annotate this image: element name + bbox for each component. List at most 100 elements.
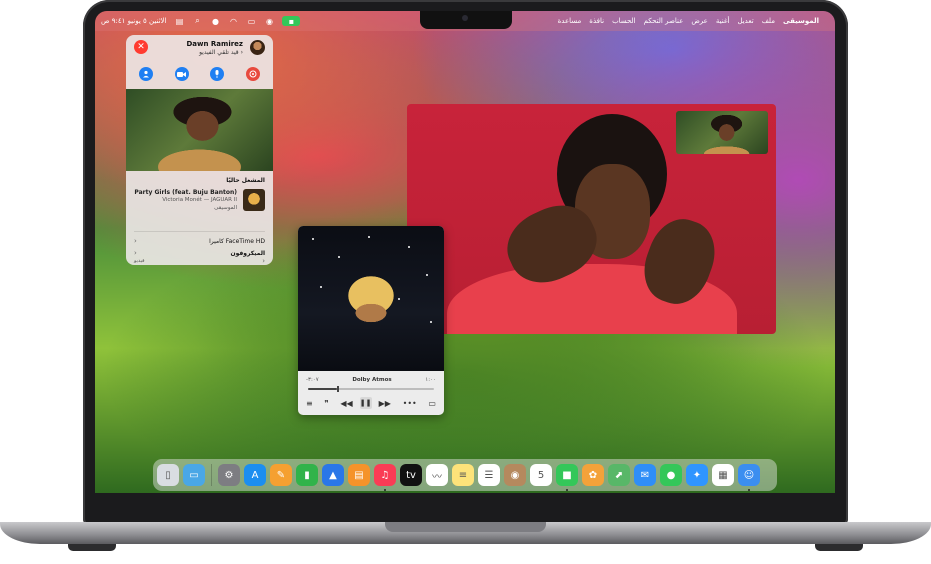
caller-name: Dawn Ramirez [186,40,243,48]
camera-selector-row[interactable]: › كاميرا FaceTime HD [134,235,265,247]
calendar-icon[interactable]: 5 [530,464,552,486]
camera-notch [420,11,512,29]
camera-icon [462,15,468,21]
photos-icon[interactable]: ✿ [582,464,604,486]
finder-icon[interactable]: ☺ [738,464,760,491]
progress-fill [308,388,337,390]
now-playing-heading: المشغل حاليًا [226,177,265,184]
downloads-folder-icon[interactable]: ▭ [183,464,205,486]
dock: ▯ ▭ ⚙ A ✎ ▮ ▲ ▤ ♫ tv 〰 ≡ ☰ ◉ 5 ■ ✿ ⬈ ✉ ● ✦ ▦ ☺ [153,459,777,491]
menu-song[interactable]: أغنية [716,17,730,25]
wifi-icon[interactable]: ◠ [228,16,238,26]
person-icon [142,70,149,78]
menu-controls[interactable]: عناصر التحكم [644,17,684,25]
menu-view[interactable]: عرض [691,17,708,25]
freeform-icon[interactable]: 〰 [426,464,448,486]
playback-progress-bar[interactable] [308,386,434,392]
launchpad-icon[interactable]: ▦ [712,464,734,486]
star [398,298,400,300]
macbook-scene: الموسيقى ملف تعديل أغنية عرض عناصر التحك… [0,0,931,564]
running-indicator [566,489,568,491]
numbers-icon[interactable]: ▮ [296,464,318,486]
chevron-icon: › [134,237,137,245]
maps-icon[interactable]: ⬈ [608,464,630,486]
contacts-icon[interactable]: ◉ [504,464,526,486]
album-artwork [298,226,444,371]
video-label: فيديو [134,258,145,264]
menu-file[interactable]: ملف [762,17,775,25]
desktop-screen: الموسيقى ملف تعديل أغنية عرض عناصر التحك… [95,11,835,493]
facetime-control-panel: ✕ Dawn Ramirez قيد تلقي الفيديو › المشغل… [126,35,273,265]
user-icon[interactable]: ● [210,16,220,26]
player-meta-row: -٣:٠٧ Dolby Atmos ١:٠٠ [306,375,436,385]
laptop-foot [815,544,863,551]
facetime-video-window[interactable] [407,104,776,334]
more-options-icon[interactable]: ••• [403,399,417,408]
video-toggle-button[interactable] [174,67,189,81]
control-center-icon[interactable]: ▤ [174,16,184,26]
microphone-button[interactable] [210,67,225,81]
menu-bar-clock[interactable]: الاثنين ٥ يونيو ٩:٤١ ص [101,17,166,25]
dolby-atmos-badge: Dolby Atmos [352,377,392,383]
menu-app-music[interactable]: الموسيقى [783,17,819,25]
screen-record-icon[interactable]: ◉ [264,16,274,26]
menu-window[interactable]: نافذة [589,17,604,25]
notes-icon[interactable]: ≡ [452,464,474,486]
facetime-status-icon[interactable]: ▪ [282,16,301,26]
running-indicator [748,489,750,491]
star [430,321,432,323]
tv-icon[interactable]: tv [400,464,422,486]
video-camera-icon [177,71,187,77]
previous-track-icon[interactable]: ◀◀ [340,399,352,408]
spotlight-search-icon[interactable]: ⌕ [192,16,202,26]
camera-label: كاميرا FaceTime HD [209,237,265,245]
pages-icon[interactable]: ✎ [270,464,292,486]
next-track-icon[interactable]: ▶▶ [379,399,391,408]
app-store-icon[interactable]: A [244,464,266,486]
menu-bar-status: الاثنين ٥ يونيو ٩:٤١ ص ▤ ⌕ ● ◠ ▭ ◉ ▪ [101,11,301,31]
star [320,286,322,288]
airplay-icon[interactable]: ▭ [428,399,436,408]
books-icon[interactable]: ▤ [348,464,370,486]
self-view-pip[interactable] [676,111,768,154]
microphone-icon [215,70,219,78]
call-controls [126,65,273,83]
shareplay-button[interactable] [246,67,261,81]
now-playing-source: الموسيقى [214,205,237,211]
now-playing-artist: Victoria Monét — JAGUAR II [162,197,237,203]
pause-button[interactable]: ❚❚ [359,397,372,409]
end-call-button[interactable]: ✕ [134,40,148,54]
star [408,246,410,248]
time-remaining: -٣:٠٧ [306,377,319,383]
progress-knob[interactable] [336,386,339,392]
remote-participant-video[interactable] [126,89,273,171]
dock-separator [211,464,212,486]
lyrics-icon[interactable]: ❞ [324,399,328,408]
caller-avatar [250,40,265,55]
star [312,238,314,240]
star [338,256,340,258]
safari-icon[interactable]: ✦ [686,464,708,486]
now-playing-title: Party Girls (feat. Buju Banton) [134,189,237,196]
menu-edit[interactable]: تعديل [737,17,753,25]
shareplay-now-playing[interactable]: Party Girls (feat. Buju Banton) Victoria… [134,187,265,217]
add-person-button[interactable] [138,67,153,81]
mail-icon[interactable]: ✉ [634,464,656,486]
messages-icon[interactable]: ● [660,464,682,486]
system-settings-icon[interactable]: ⚙ [218,464,240,486]
menu-help[interactable]: مساعدة [558,17,582,25]
queue-icon[interactable]: ≡ [306,399,313,408]
battery-icon[interactable]: ▭ [246,16,256,26]
facetime-icon[interactable]: ■ [556,464,578,491]
music-icon[interactable]: ♫ [374,464,396,491]
music-mini-player: -٣:٠٧ Dolby Atmos ١:٠٠ ≡ ❞ ◀◀ ❚❚ ▶▶ ••• … [298,226,444,415]
star [368,236,370,238]
facetime-panel-header: ✕ Dawn Ramirez قيد تلقي الفيديو › [126,35,273,61]
trash-icon[interactable]: ▯ [157,464,179,486]
reminders-icon[interactable]: ☰ [478,464,500,486]
caller-status[interactable]: قيد تلقي الفيديو › [199,49,243,56]
star [426,274,428,276]
video-selector-row[interactable]: فيديو › [134,255,265,265]
menu-account[interactable]: الحساب [612,17,636,25]
keynote-icon[interactable]: ▲ [322,464,344,486]
